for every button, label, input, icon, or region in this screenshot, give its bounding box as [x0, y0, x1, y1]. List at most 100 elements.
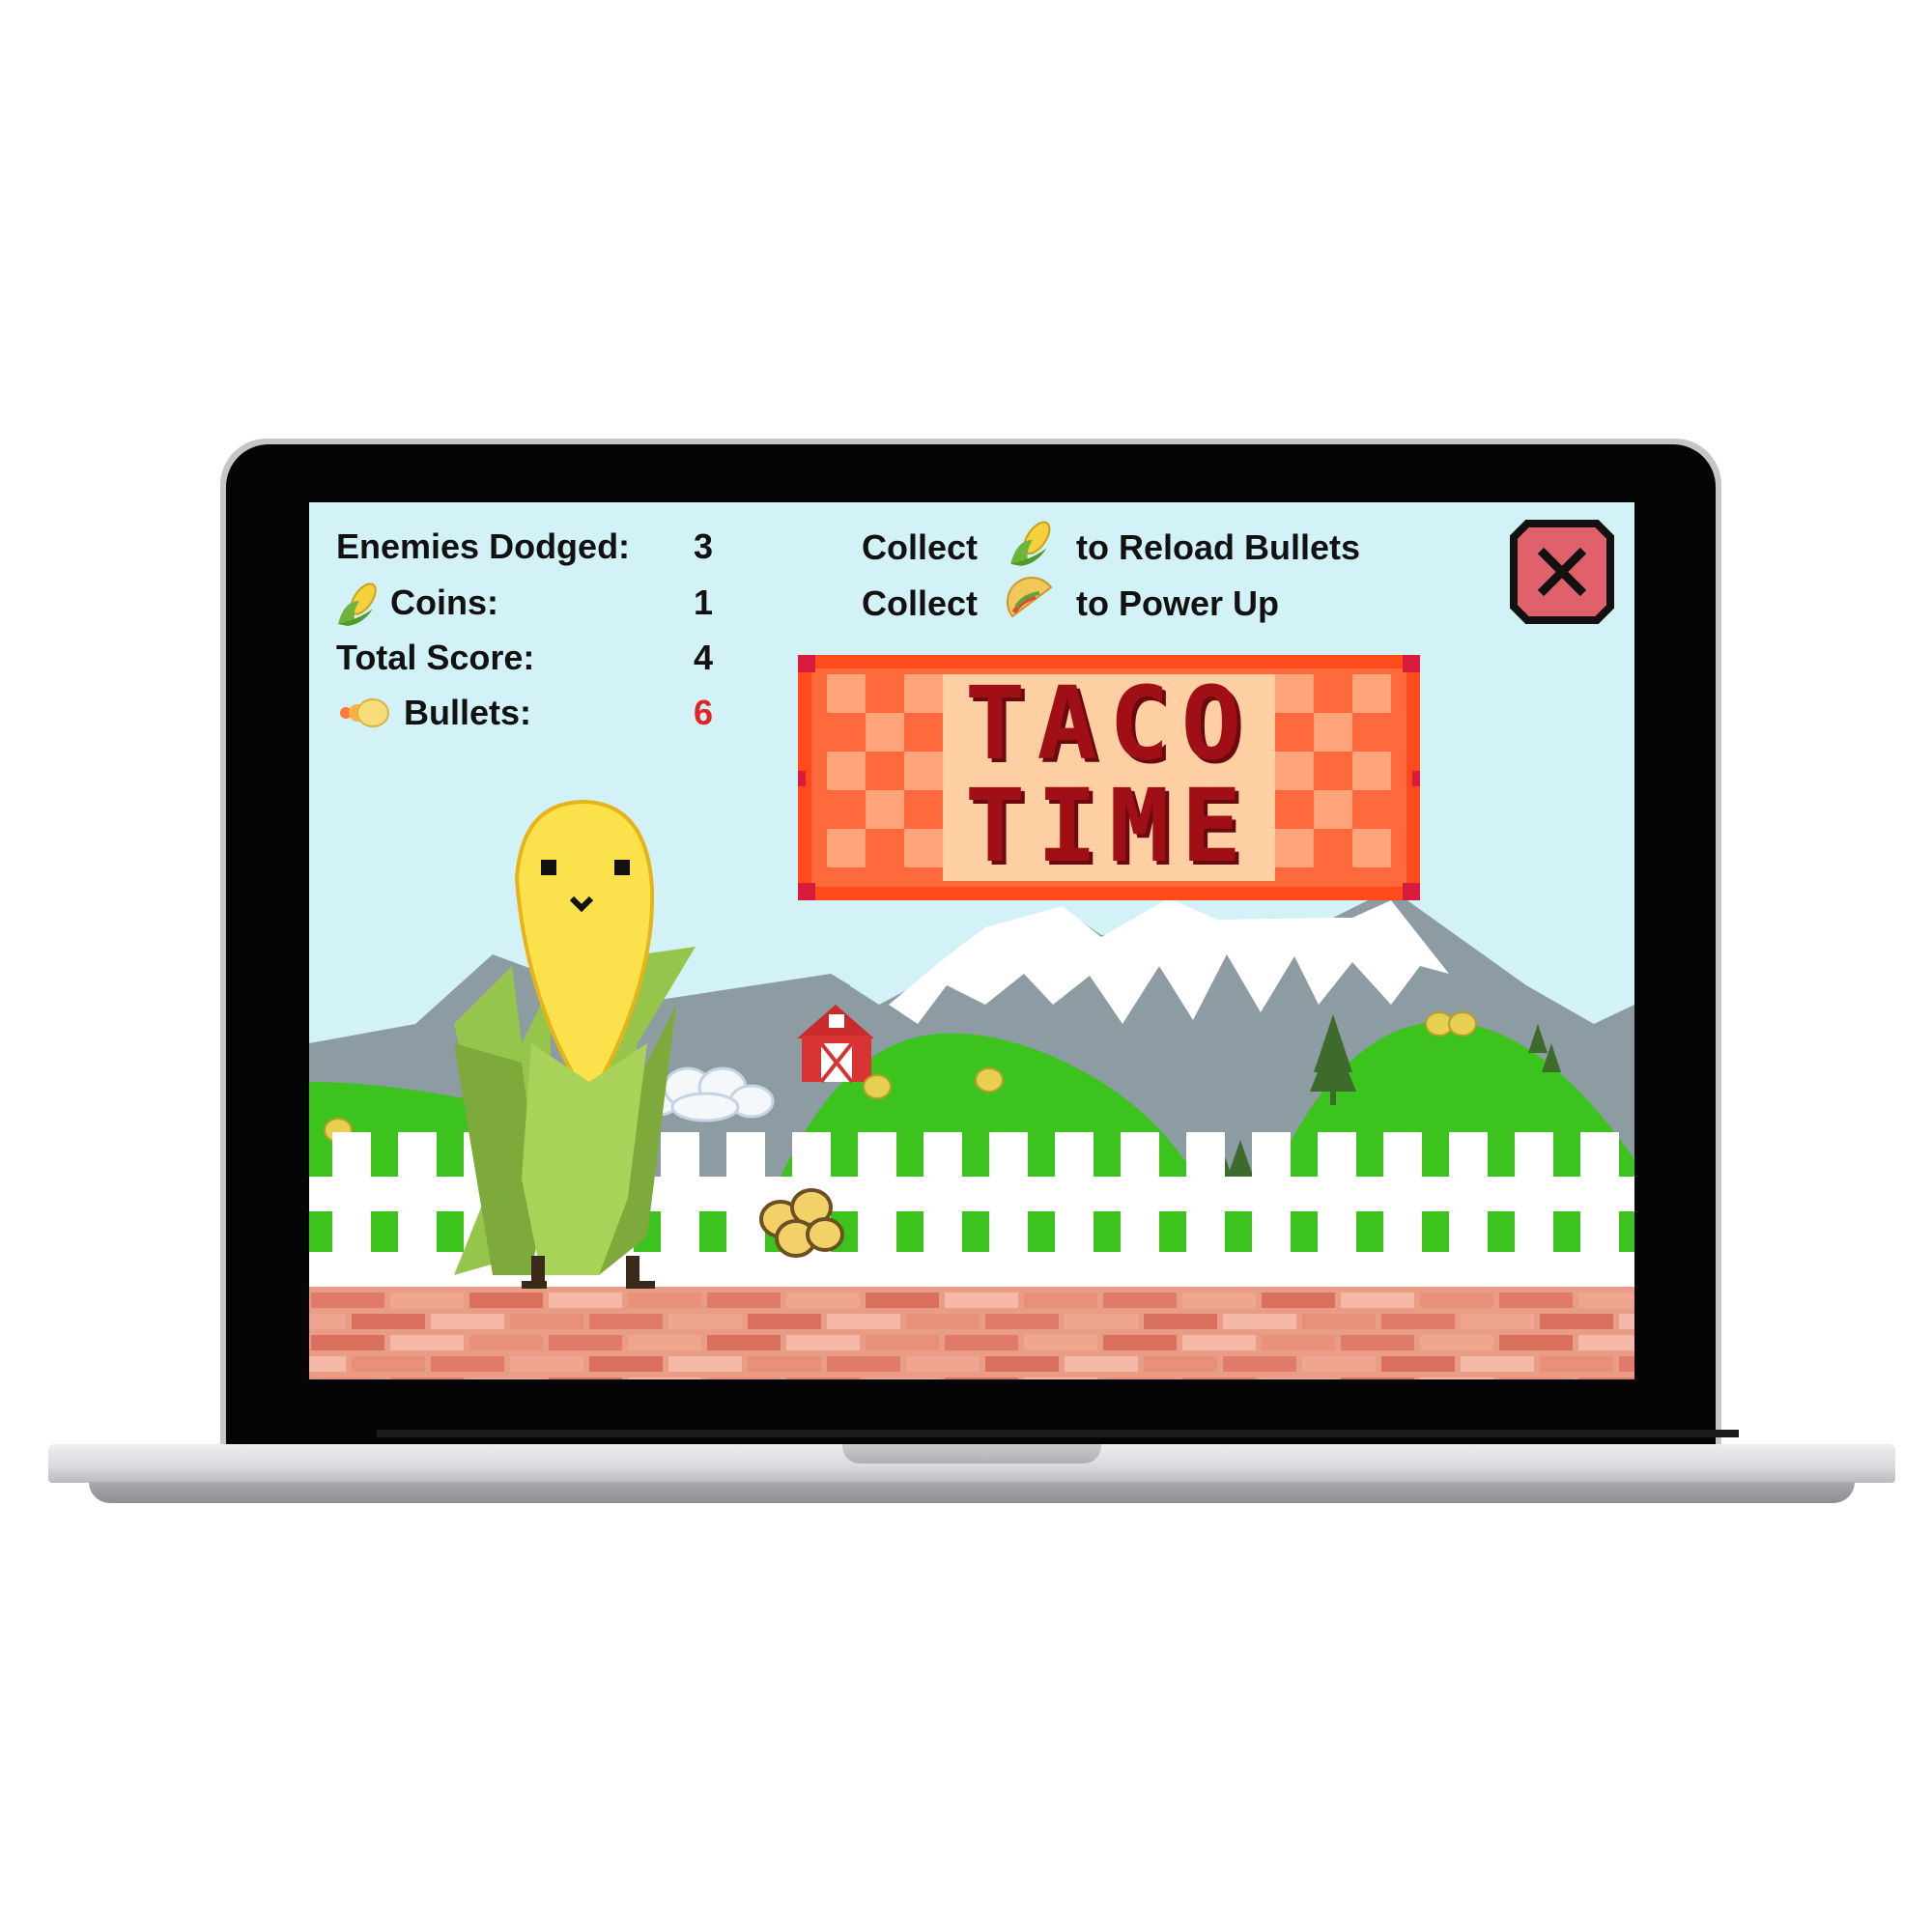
- brick: [1144, 1314, 1217, 1329]
- brick: [309, 1356, 346, 1372]
- corn-icon: [1010, 521, 1051, 566]
- brick: [352, 1356, 425, 1372]
- brick: [549, 1293, 622, 1308]
- taco-icon: [1007, 577, 1053, 618]
- brick: [945, 1293, 1018, 1308]
- brick: [1540, 1314, 1613, 1329]
- brick: [707, 1335, 781, 1350]
- enemies-dodged-value: 3: [694, 526, 714, 566]
- game-screen[interactable]: Enemies Dodged: 3 Coins: 1 Total Score: …: [309, 502, 1634, 1379]
- total-score-value: 4: [694, 638, 714, 677]
- brick: [1341, 1293, 1414, 1308]
- corn-icon: [338, 582, 377, 626]
- laptop-notch: [842, 1444, 1101, 1463]
- reload-bullets-text: to Reload Bullets: [1076, 527, 1361, 567]
- brick: [1262, 1335, 1335, 1350]
- hud-panel: Enemies Dodged: 3 Coins: 1 Total Score: …: [309, 502, 715, 734]
- brick: [1461, 1356, 1534, 1372]
- brick: [589, 1314, 663, 1329]
- brick: [786, 1293, 860, 1308]
- brick: [1499, 1335, 1573, 1350]
- fence-picket: [1252, 1132, 1291, 1287]
- brick: [786, 1378, 860, 1379]
- fence-picket: [398, 1132, 437, 1287]
- brick: [1381, 1356, 1455, 1372]
- fence-picket: [1121, 1132, 1159, 1287]
- brick: [1103, 1378, 1177, 1379]
- close-button[interactable]: [1510, 520, 1614, 624]
- brick: [1182, 1293, 1256, 1308]
- brick: [352, 1314, 425, 1329]
- brick: [469, 1378, 543, 1379]
- fence-picket: [923, 1132, 962, 1287]
- fence-picket: [858, 1132, 896, 1287]
- brick: [945, 1378, 1018, 1379]
- banner-line-1: TACO: [964, 665, 1254, 782]
- banner-line-2: TIME: [964, 767, 1254, 885]
- brick: [1420, 1335, 1493, 1350]
- bullets-value: 6: [694, 693, 714, 732]
- brick: [469, 1335, 543, 1350]
- brick: [1540, 1356, 1613, 1372]
- brick: [827, 1314, 900, 1329]
- brick: [1065, 1356, 1138, 1372]
- brick: [549, 1335, 622, 1350]
- brick: [1262, 1378, 1335, 1379]
- brick: [985, 1314, 1059, 1329]
- laptop-base-edge: [89, 1482, 1855, 1503]
- brick: [866, 1335, 939, 1350]
- brick: [628, 1378, 701, 1379]
- brick: [1024, 1335, 1097, 1350]
- brick: [1262, 1293, 1335, 1308]
- enemies-dodged-label: Enemies Dodged:: [336, 526, 631, 566]
- brick: [1461, 1314, 1534, 1329]
- brick: [1144, 1356, 1217, 1372]
- power-up-text: to Power Up: [1076, 583, 1280, 623]
- brick: [945, 1335, 1018, 1350]
- brick: [1420, 1378, 1493, 1379]
- fence-picket: [661, 1132, 699, 1287]
- brick: [311, 1335, 384, 1350]
- fence-picket: [1515, 1132, 1553, 1287]
- brick: [786, 1335, 860, 1350]
- brick: [1381, 1314, 1455, 1329]
- brick: [906, 1314, 980, 1329]
- brick: [707, 1293, 781, 1308]
- brick: [510, 1314, 583, 1329]
- bullet-icon: [340, 698, 389, 727]
- brick: [827, 1356, 900, 1372]
- fence-picket: [1318, 1132, 1356, 1287]
- brick: [309, 1314, 346, 1329]
- brick: [628, 1335, 701, 1350]
- brick: [1182, 1335, 1256, 1350]
- brick: [1024, 1293, 1097, 1308]
- brick: [1182, 1378, 1256, 1379]
- brick: [431, 1356, 504, 1372]
- brick: [866, 1378, 939, 1379]
- brick: [510, 1356, 583, 1372]
- brick: [549, 1378, 622, 1379]
- brick: [1065, 1314, 1138, 1329]
- brick: [311, 1293, 384, 1308]
- brick: [589, 1356, 663, 1372]
- brick: [1341, 1335, 1414, 1350]
- laptop-hinge: [377, 1430, 1739, 1437]
- brick: [707, 1378, 781, 1379]
- brick: [1103, 1335, 1177, 1350]
- brick: [906, 1356, 980, 1372]
- brick: [1578, 1335, 1634, 1350]
- brick: [1024, 1378, 1097, 1379]
- fence-picket: [1383, 1132, 1422, 1287]
- brick: [1223, 1314, 1296, 1329]
- brick: [1420, 1293, 1493, 1308]
- fence-picket: [726, 1132, 765, 1287]
- brick: [311, 1378, 384, 1379]
- brick: [628, 1293, 701, 1308]
- brick: [1302, 1314, 1376, 1329]
- brick: [1223, 1356, 1296, 1372]
- fence-picket: [1055, 1132, 1094, 1287]
- brick: [1578, 1293, 1634, 1308]
- brick: [1619, 1356, 1634, 1372]
- fence-picket: [1580, 1132, 1619, 1287]
- brick: [1103, 1293, 1177, 1308]
